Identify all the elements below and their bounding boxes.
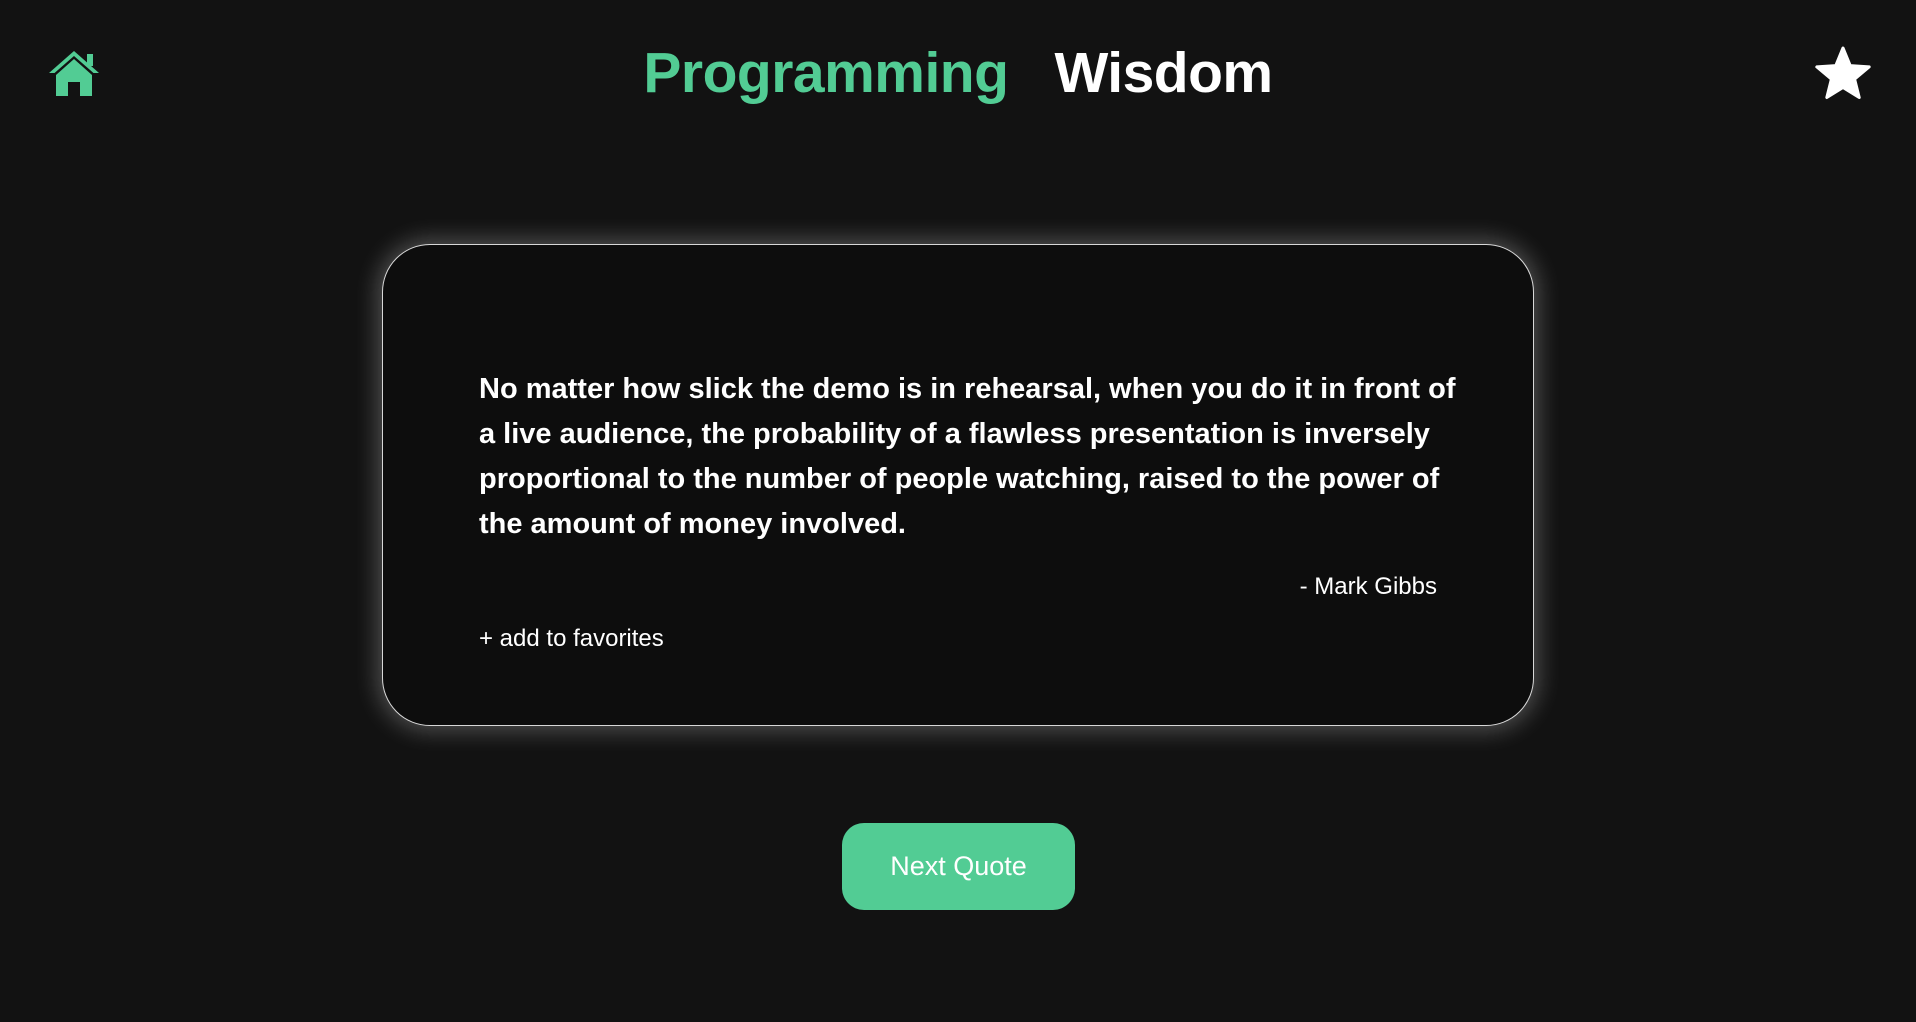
page-title: Programming Wisdom (0, 38, 1916, 108)
favorites-button[interactable] (1814, 46, 1872, 102)
quote-card: No matter how slick the demo is in rehea… (382, 244, 1534, 726)
title-wisdom: Wisdom (1054, 41, 1273, 105)
quote-author: - Mark Gibbs (1299, 573, 1437, 600)
star-icon (1815, 46, 1871, 99)
quote-text: No matter how slick the demo is in rehea… (479, 373, 1456, 540)
next-quote-button[interactable]: Next Quote (842, 823, 1075, 910)
title-programming: Programming (643, 41, 1009, 105)
page: Programming Wisdom No matter how slick th… (0, 0, 1916, 1022)
add-to-favorites-link[interactable]: + add to favorites (479, 623, 664, 655)
